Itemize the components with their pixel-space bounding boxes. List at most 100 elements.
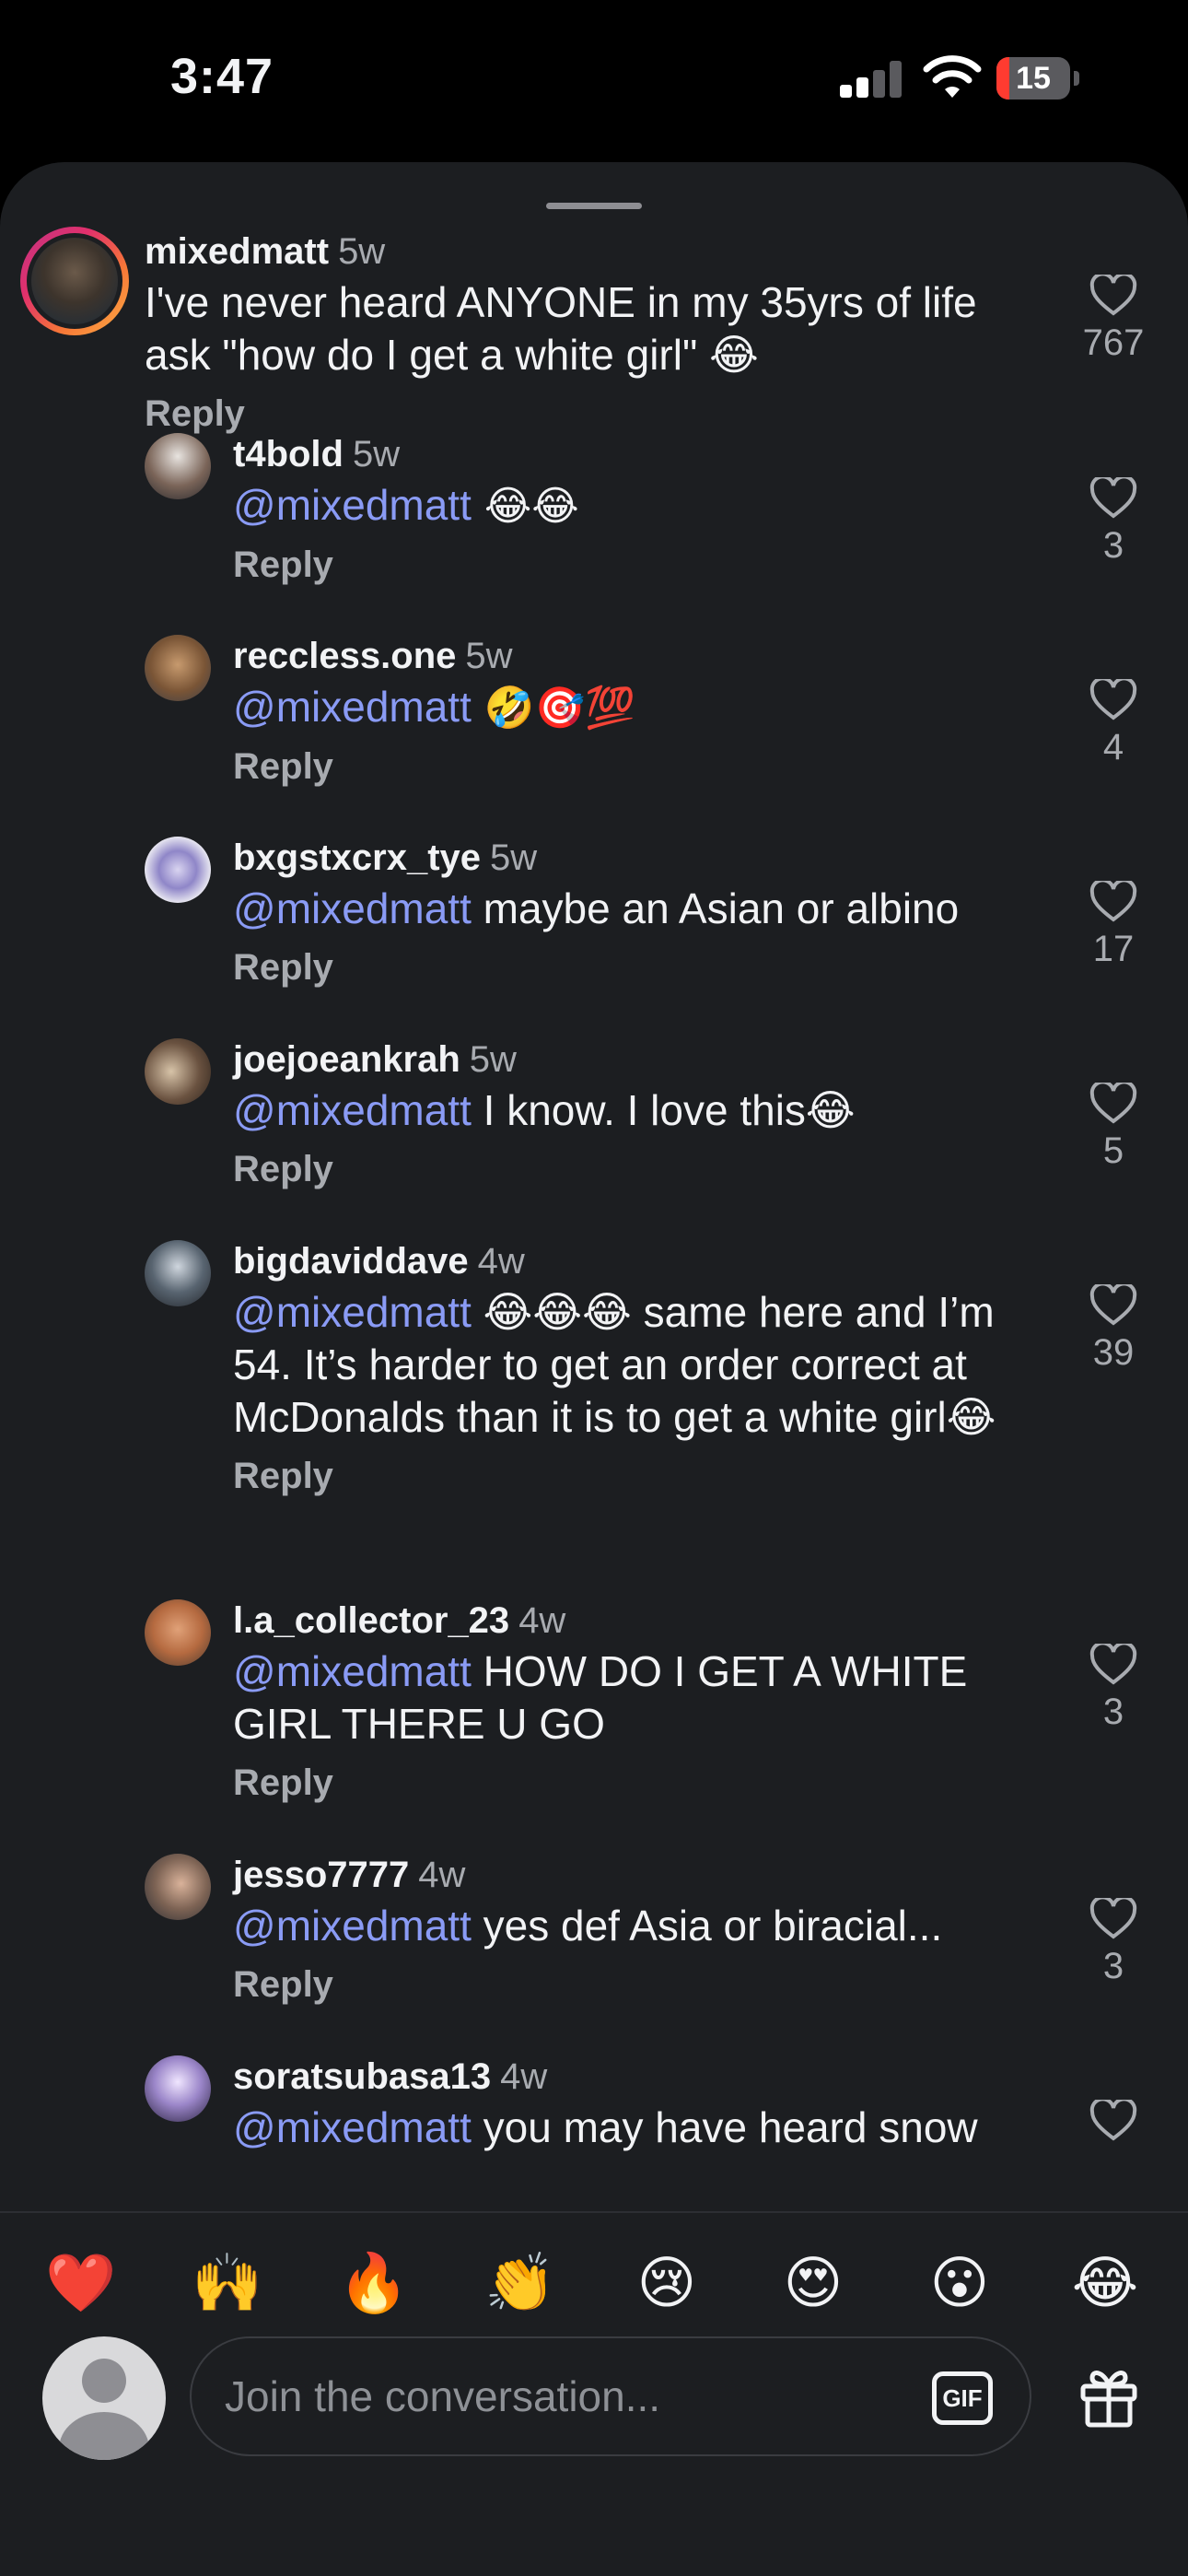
reply-button[interactable]: Reply [233,744,1188,790]
reply-comment: reccless.one 5w @mixedmatt 🤣🎯💯 Reply 4 [0,631,1188,833]
username[interactable]: joejoeankrah [233,1039,460,1080]
like-count: 17 [1092,929,1135,969]
reaction-laughing[interactable]: 😂 [1059,2246,1151,2320]
reaction-crying[interactable]: 😢 [621,2246,713,2320]
timestamp: 5w [465,636,513,676]
comment-input-placeholder: Join the conversation... [225,2372,661,2420]
reply-button[interactable]: Reply [233,542,1188,588]
avatar[interactable] [145,1038,211,1105]
reaction-heart-eyes[interactable]: 😍 [767,2246,859,2320]
reply-comment: t4bold 5w @mixedmatt 😂😂 Reply 3 [0,429,1188,631]
like-control[interactable]: 17 [1063,881,1164,970]
like-count: 39 [1092,1332,1135,1373]
timestamp: 4w [418,1855,466,1895]
reply-comment: jesso7777 4w @mixedmatt yes def Asia or b… [0,1850,1188,2052]
mention-link[interactable]: @mixedmatt [233,1647,472,1695]
timestamp: 4w [500,2056,548,2097]
reaction-fire[interactable]: 🔥 [328,2246,420,2320]
like-control[interactable] [1063,2100,1164,2142]
like-control[interactable]: 5 [1063,1083,1164,1172]
comment-text: @mixedmatt I know. I love this😂 [233,1086,856,1134]
like-control[interactable]: 4 [1063,679,1164,768]
reply-button[interactable]: Reply [233,1453,1188,1499]
timestamp: 4w [518,1600,566,1641]
reply-button[interactable]: Reply [233,1760,1188,1806]
avatar[interactable] [145,837,211,903]
comment-text: @mixedmatt maybe an Asian or albino [233,884,960,932]
reaction-raised-hands[interactable]: 🙌 [181,2246,274,2320]
reply-button[interactable]: Reply [233,1961,1188,2008]
heart-icon[interactable] [1089,275,1137,317]
mention-link[interactable]: @mixedmatt [233,1086,472,1134]
like-control[interactable]: 39 [1063,1284,1164,1374]
comment-list[interactable]: mixedmatt 5w I've never heard ANYONE in m… [0,227,1188,2211]
like-control[interactable]: 3 [1063,1644,1164,1733]
avatar[interactable] [145,2055,211,2122]
heart-icon[interactable] [1089,1284,1137,1327]
sheet-grabber[interactable] [546,203,642,209]
battery-icon: 15 [996,57,1079,100]
heart-icon[interactable] [1089,881,1137,923]
reaction-surprised[interactable]: 😮 [914,2246,1006,2320]
heart-icon[interactable] [1089,1898,1137,1940]
cellular-signal-icon [840,61,904,98]
like-control[interactable]: 3 [1063,477,1164,567]
comment-text: @mixedmatt 😂😂 [233,481,579,530]
comment-input[interactable]: Join the conversation... GIF [190,2336,1031,2456]
timestamp: 4w [477,1241,525,1282]
like-control[interactable]: 3 [1063,1898,1164,1987]
mention-link[interactable]: @mixedmatt [233,1902,472,1950]
avatar[interactable] [145,433,211,499]
username[interactable]: l.a_collector_23 [233,1600,509,1641]
timestamp: 5w [338,231,386,272]
avatar[interactable] [145,635,211,701]
timestamp: 5w [490,837,538,878]
username[interactable]: reccless.one [233,636,456,676]
comments-sheet: mixedmatt 5w I've never heard ANYONE in m… [0,162,1188,2576]
status-time: 3:47 [170,49,274,104]
reaction-heart[interactable]: ❤️ [35,2246,127,2320]
heart-icon[interactable] [1089,477,1137,520]
heart-icon[interactable] [1089,2100,1137,2142]
comment-text: I've never heard ANYONE in my 35yrs of l… [145,278,977,379]
username[interactable]: t4bold [233,434,344,474]
quick-reactions-bar: ❤️ 🙌 🔥 👏 😢 😍 😮 😂 [0,2213,1188,2333]
like-control[interactable]: 767 [1063,275,1164,364]
username[interactable]: soratsubasa13 [233,2056,491,2097]
reply-button[interactable]: Reply [233,944,1188,990]
reply-comment: bxgstxcrx_tye 5w @mixedmatt maybe an Asia… [0,833,1188,1035]
reaction-clap[interactable]: 👏 [474,2246,566,2320]
battery-level: 15 [1016,61,1051,96]
heart-icon[interactable] [1089,679,1137,721]
like-count: 5 [1102,1130,1124,1171]
mention-link[interactable]: @mixedmatt [233,2103,472,2151]
avatar[interactable] [145,1240,211,1306]
comment-text: @mixedmatt you may have heard snow [233,2103,978,2151]
reply-comment: bigdaviddave 4w @mixedmatt 😂😂😂 same here … [0,1236,1188,1596]
avatar[interactable] [20,227,129,335]
like-count: 3 [1102,525,1124,566]
comment-text: @mixedmatt 🤣🎯💯 [233,683,636,732]
username[interactable]: mixedmatt [145,231,329,272]
avatar[interactable] [145,1854,211,1920]
username[interactable]: jesso7777 [233,1855,409,1895]
username[interactable]: bigdaviddave [233,1241,469,1282]
like-count: 4 [1102,727,1124,767]
gift-icon[interactable] [1076,2362,1142,2429]
mention-link[interactable]: @mixedmatt [233,683,472,731]
avatar[interactable] [145,1599,211,1666]
username[interactable]: bxgstxcrx_tye [233,837,481,878]
mention-link[interactable]: @mixedmatt [233,1288,472,1336]
reply-button[interactable]: Reply [233,1146,1188,1192]
gif-button[interactable]: GIF [932,2371,993,2425]
comment: mixedmatt 5w I've never heard ANYONE in m… [0,227,1188,434]
comment-text: @mixedmatt HOW DO I GET A WHITE GIRL THE… [233,1647,968,1748]
current-user-avatar [42,2336,166,2460]
status-bar: 3:47 15 [0,0,1188,161]
timestamp: 5w [469,1039,517,1080]
mention-link[interactable]: @mixedmatt [233,481,472,529]
heart-icon[interactable] [1089,1644,1137,1686]
heart-icon[interactable] [1089,1083,1137,1125]
comment-text: @mixedmatt yes def Asia or biracial... [233,1902,943,1950]
mention-link[interactable]: @mixedmatt [233,884,472,932]
